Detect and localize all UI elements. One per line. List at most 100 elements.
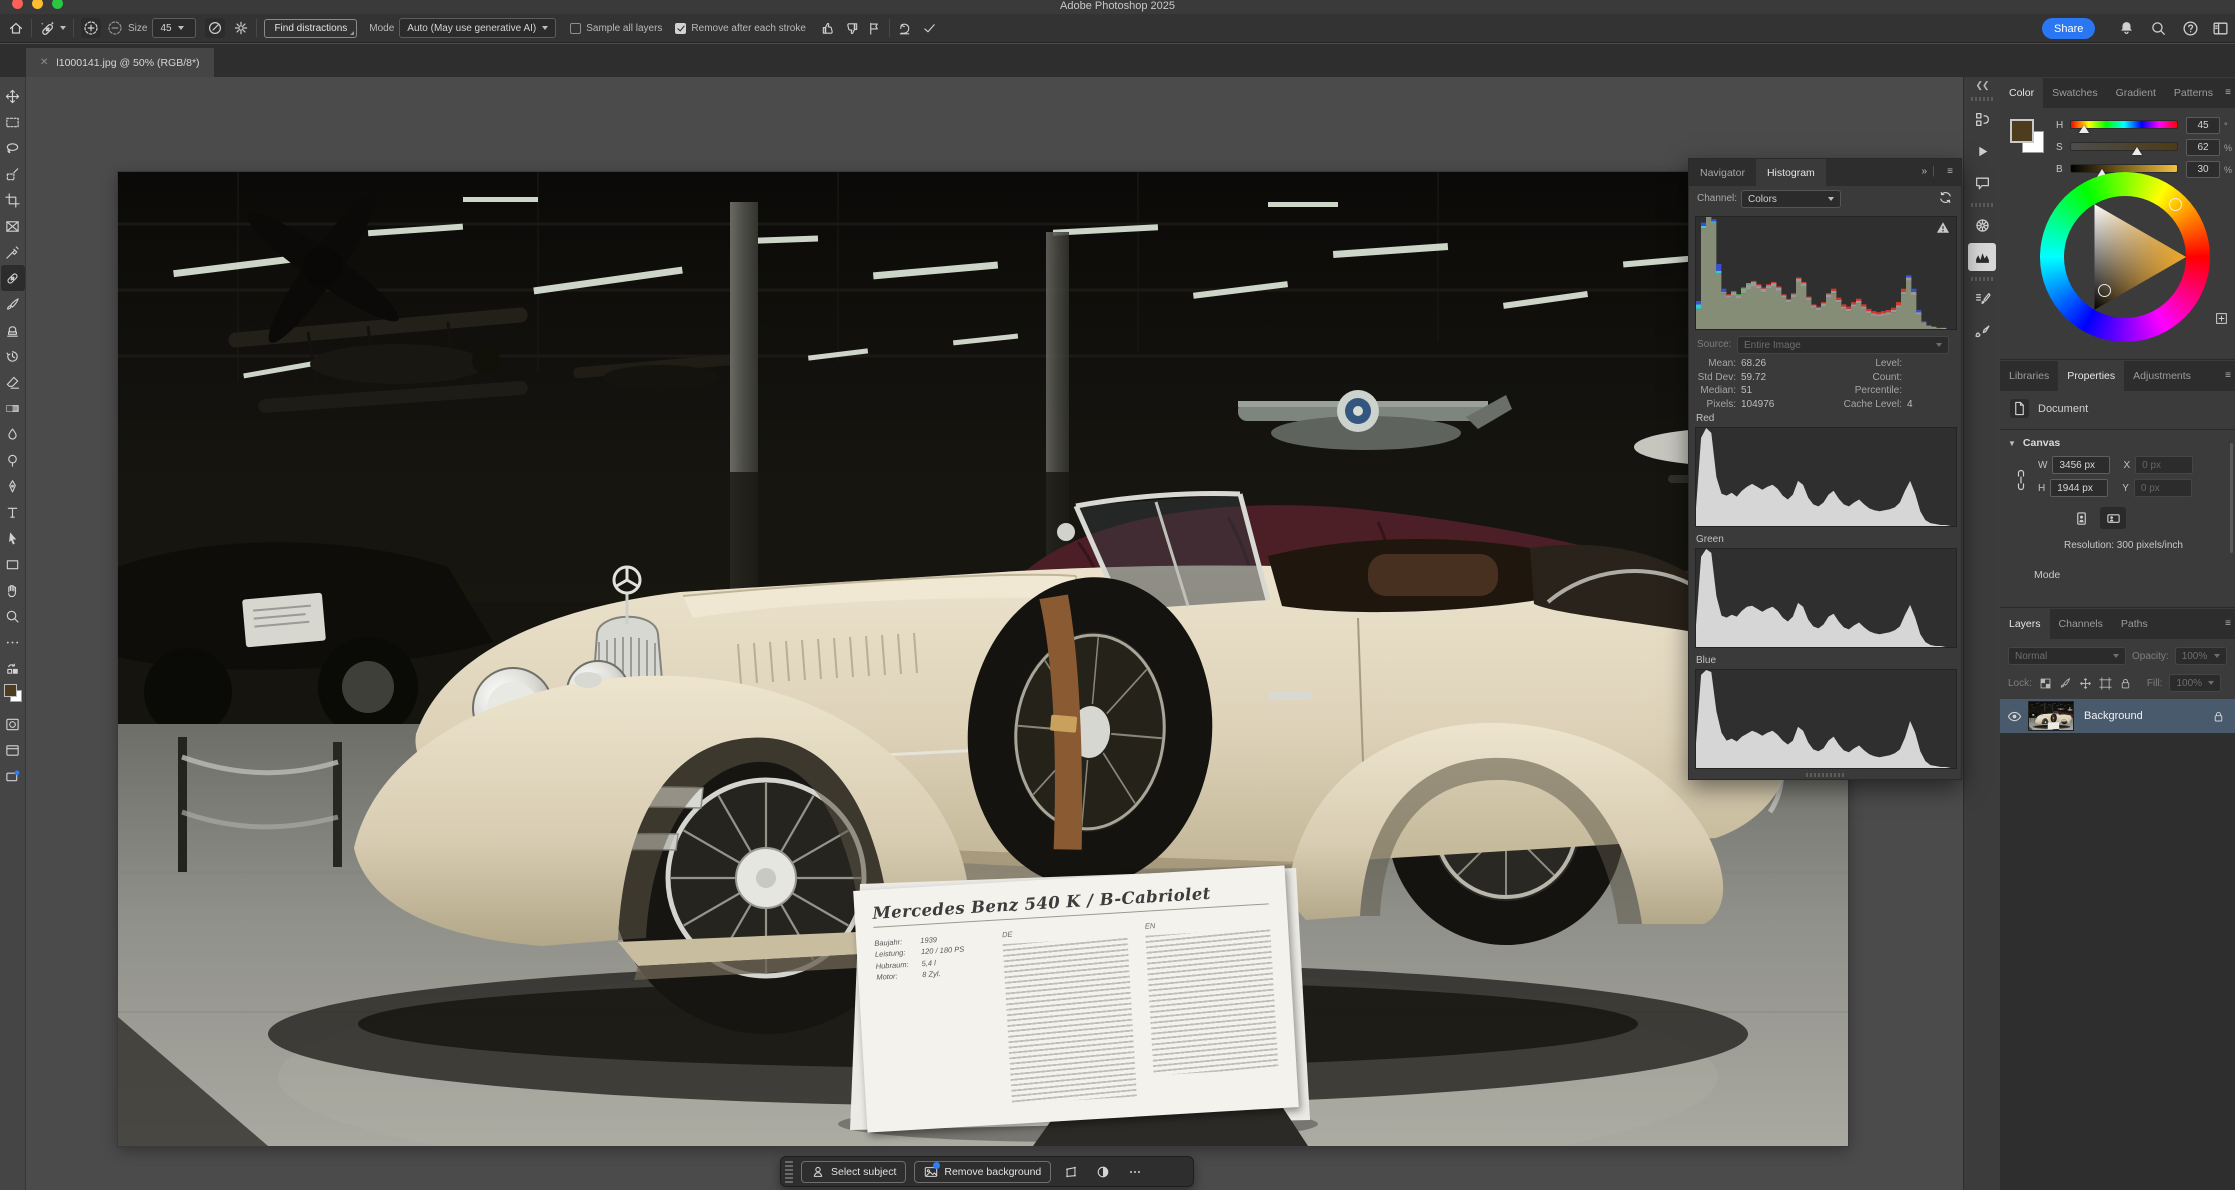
foreground-color-swatch[interactable] bbox=[4, 684, 17, 697]
share-button[interactable]: Share bbox=[2042, 18, 2095, 39]
tool-brush[interactable] bbox=[1, 291, 25, 317]
help-icon[interactable] bbox=[2182, 20, 2199, 37]
home-icon[interactable] bbox=[8, 20, 24, 36]
remove-background-button[interactable]: Remove background bbox=[914, 1161, 1051, 1183]
brushes-panel-icon[interactable] bbox=[1968, 317, 1996, 345]
adjustments-contrast-icon[interactable] bbox=[1091, 1161, 1115, 1183]
history-panel-icon[interactable] bbox=[1968, 105, 1996, 133]
canvas-section-header[interactable]: ▼ Canvas bbox=[2008, 437, 2060, 449]
saturation-value-field[interactable]: 62 bbox=[2186, 139, 2220, 156]
tab-patterns[interactable]: Patterns bbox=[2165, 78, 2215, 108]
blend-mode-dropdown[interactable]: Normal bbox=[2008, 647, 2126, 665]
tool-quick-mask[interactable] bbox=[1, 711, 25, 737]
notifications-bell-icon[interactable] bbox=[2118, 20, 2135, 37]
tool-healing-brush[interactable] bbox=[1, 265, 25, 291]
properties-scrollbar[interactable] bbox=[2230, 443, 2233, 553]
tool-share-feature[interactable] bbox=[1, 763, 25, 789]
tool-history-brush[interactable] bbox=[1, 343, 25, 369]
tab-histogram[interactable]: Histogram bbox=[1756, 159, 1826, 186]
lock-artboard-icon[interactable] bbox=[2099, 677, 2112, 690]
healing-brush-tool-icon[interactable] bbox=[39, 20, 56, 37]
layer-name[interactable]: Background bbox=[2084, 710, 2212, 722]
mode-dropdown[interactable]: Auto (May use generative AI) bbox=[399, 18, 556, 38]
transform-icon[interactable] bbox=[1059, 1161, 1083, 1183]
undo-icon[interactable] bbox=[897, 21, 912, 36]
canvas-height-field[interactable]: 1944 px bbox=[2050, 479, 2108, 497]
workspace-icon[interactable] bbox=[2212, 20, 2229, 37]
more-options-icon[interactable] bbox=[1123, 1161, 1147, 1183]
remove-after-stroke-checkbox[interactable] bbox=[675, 23, 686, 34]
histogram-panel-icon[interactable] bbox=[1968, 243, 1996, 271]
tab-channels[interactable]: Channels bbox=[2050, 609, 2112, 639]
lock-all-icon[interactable] bbox=[2119, 677, 2132, 690]
tab-properties[interactable]: Properties bbox=[2058, 361, 2124, 391]
comments-panel-icon[interactable] bbox=[1968, 169, 1996, 197]
color-wheel-panel-icon[interactable] bbox=[1968, 211, 1996, 239]
search-icon[interactable] bbox=[2150, 20, 2167, 37]
lock-position-icon[interactable] bbox=[2079, 677, 2092, 690]
sample-all-layers-checkbox[interactable] bbox=[570, 23, 581, 34]
actions-play-panel-icon[interactable] bbox=[1968, 137, 1996, 165]
brightness-value-field[interactable]: 30 bbox=[2186, 161, 2220, 178]
canvas-y-field[interactable]: 0 px bbox=[2134, 479, 2192, 497]
layer-visibility-eye-icon[interactable] bbox=[2000, 709, 2028, 724]
brush-settings-gear-icon[interactable] bbox=[233, 20, 249, 36]
tab-swatches[interactable]: Swatches bbox=[2043, 78, 2107, 108]
size-dropdown[interactable]: 45 bbox=[152, 18, 196, 38]
tool-dodge[interactable] bbox=[1, 447, 25, 473]
strip-group-grip[interactable] bbox=[1971, 203, 1993, 207]
brush-settings-panel-icon[interactable] bbox=[1968, 285, 1996, 313]
flag-icon[interactable] bbox=[867, 21, 882, 36]
tool-gradient[interactable] bbox=[1, 395, 25, 421]
tab-gradient[interactable]: Gradient bbox=[2107, 78, 2165, 108]
tool-type[interactable] bbox=[1, 499, 25, 525]
tab-color[interactable]: Color bbox=[2000, 78, 2043, 108]
portrait-orientation-icon[interactable] bbox=[2068, 507, 2094, 529]
saturation-slider-marker[interactable] bbox=[2132, 147, 2142, 155]
channel-dropdown[interactable]: Colors bbox=[1741, 190, 1841, 208]
tool-path-selection[interactable] bbox=[1, 525, 25, 551]
panel-resize-grip[interactable] bbox=[1806, 773, 1846, 777]
close-tab-icon[interactable]: ✕ bbox=[40, 57, 48, 68]
canvas-pasteboard[interactable]: Mercedes Benz 540 K / B-Cabriolet Baujah… bbox=[27, 77, 1963, 1190]
strip-group-grip[interactable] bbox=[1971, 277, 1993, 281]
canvas-width-field[interactable]: 3456 px bbox=[2052, 456, 2110, 474]
panel-menu-icon[interactable]: ≡ bbox=[2225, 87, 2231, 98]
panel-menu-icon[interactable]: ≡ bbox=[1947, 166, 1953, 177]
lock-transparency-icon[interactable] bbox=[2039, 677, 2052, 690]
canvas-x-field[interactable]: 0 px bbox=[2135, 456, 2193, 474]
color-triangle[interactable] bbox=[2064, 196, 2186, 318]
fill-dropdown[interactable]: 100% bbox=[2169, 674, 2221, 692]
tool-swap-colors[interactable] bbox=[1, 655, 25, 681]
hue-ring-marker[interactable] bbox=[2169, 198, 2182, 211]
tool-eraser[interactable] bbox=[1, 369, 25, 395]
panel-menu-icon[interactable]: ≡ bbox=[2225, 618, 2231, 629]
tool-blur[interactable] bbox=[1, 421, 25, 447]
triangle-marker[interactable] bbox=[2098, 284, 2111, 297]
commit-check-icon[interactable] bbox=[922, 21, 937, 36]
layer-thumbnail[interactable] bbox=[2028, 701, 2074, 731]
tool-crop[interactable] bbox=[1, 187, 25, 213]
tab-paths[interactable]: Paths bbox=[2112, 609, 2157, 639]
hue-value-field[interactable]: 45 bbox=[2186, 117, 2220, 134]
add-to-selection-icon[interactable] bbox=[81, 18, 101, 38]
taskbar-drag-handle[interactable] bbox=[785, 1161, 793, 1183]
saturation-slider[interactable] bbox=[2070, 142, 2178, 151]
expand-wheel-icon[interactable] bbox=[2215, 312, 2228, 325]
tab-navigator[interactable]: Navigator bbox=[1689, 159, 1756, 186]
tool-shape[interactable] bbox=[1, 551, 25, 577]
tool-eyedropper[interactable] bbox=[1, 239, 25, 265]
tool-frame[interactable] bbox=[1, 213, 25, 239]
tool-color-swatches[interactable] bbox=[1, 681, 25, 711]
stroke-capture-icon[interactable] bbox=[205, 18, 225, 38]
tool-screen-mode[interactable] bbox=[1, 737, 25, 763]
tab-libraries[interactable]: Libraries bbox=[2000, 361, 2058, 391]
landscape-orientation-icon[interactable] bbox=[2100, 507, 2126, 529]
color-wheel[interactable] bbox=[2040, 172, 2210, 342]
color-swatch-pair[interactable] bbox=[2010, 119, 2044, 153]
tool-zoom[interactable] bbox=[1, 603, 25, 629]
select-subject-button[interactable]: Select subject bbox=[801, 1161, 906, 1183]
layer-row-background[interactable]: Background bbox=[2000, 699, 2235, 733]
tab-adjustments[interactable]: Adjustments bbox=[2124, 361, 2200, 391]
layer-lock-icon[interactable] bbox=[2212, 710, 2225, 723]
